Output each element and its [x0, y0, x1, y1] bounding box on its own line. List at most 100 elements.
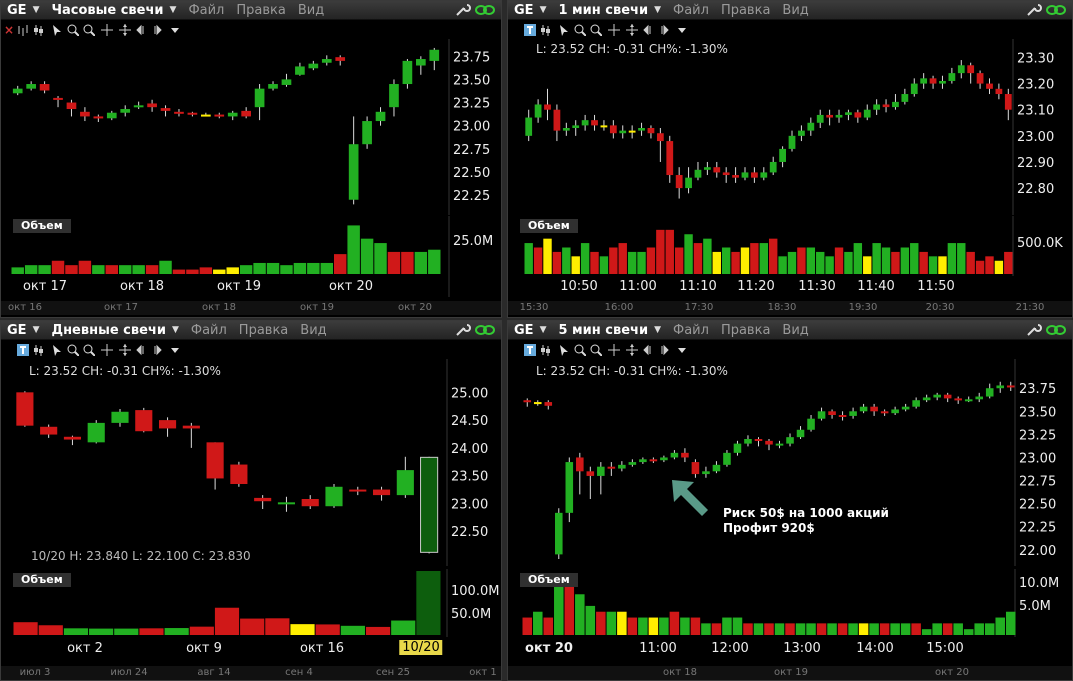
chart-type-dropdown-icon[interactable]: ▼ — [172, 325, 179, 335]
volume-chart[interactable]: 500.0K — [508, 216, 1072, 276]
volume-bar — [869, 623, 879, 635]
zoom-out-icon[interactable] — [83, 24, 95, 36]
crosshair-icon[interactable] — [608, 344, 620, 356]
zoom-in-icon[interactable] — [67, 344, 79, 356]
volume-bar — [307, 262, 320, 274]
menu-view[interactable]: Вид — [298, 3, 324, 18]
scroll-right-icon[interactable] — [658, 344, 670, 356]
menu-file[interactable]: Файл — [673, 323, 709, 338]
link-icon[interactable] — [1046, 324, 1066, 336]
symbol-dropdown-icon[interactable]: ▼ — [540, 5, 547, 15]
symbol-label[interactable]: GE — [514, 323, 534, 338]
candles-icon[interactable] — [540, 24, 552, 36]
link-icon[interactable] — [475, 4, 495, 16]
price-chart[interactable]: 23.75 23.50 23.25 23.00 22.75 22.50 22.25 — [1, 39, 501, 215]
scroll-right-icon[interactable] — [151, 24, 163, 36]
more-dropdown-icon[interactable] — [676, 344, 688, 356]
price-chart[interactable]: 23.30 23.20 23.10 23.00 22.90 22.80 — [508, 39, 1072, 215]
t-icon[interactable] — [524, 24, 536, 36]
chart-type-dropdown-icon[interactable]: ▼ — [654, 5, 661, 15]
candles-icon[interactable] — [540, 344, 552, 356]
symbol-label[interactable]: GE — [7, 3, 27, 18]
cursor-icon[interactable] — [51, 24, 63, 36]
crosshair-icon[interactable] — [101, 24, 113, 36]
volume-bar — [253, 262, 266, 274]
candle-body — [691, 462, 700, 475]
menu-file[interactable]: Файл — [191, 323, 227, 338]
cursor-icon[interactable] — [558, 24, 570, 36]
more-dropdown-icon[interactable] — [169, 344, 181, 356]
scroll-left-icon[interactable] — [135, 344, 147, 356]
menu-edit[interactable]: Правка — [721, 3, 770, 18]
drawing-toolbar — [508, 21, 1072, 39]
cursor-icon[interactable] — [51, 344, 63, 356]
chart-type-label[interactable]: 5 мин свечи — [558, 323, 648, 338]
cursor-icon[interactable] — [558, 344, 570, 356]
candle-body — [63, 436, 82, 440]
scroll-left-icon[interactable] — [642, 24, 654, 36]
move-icon[interactable] — [119, 24, 131, 36]
scroll-right-icon[interactable] — [658, 24, 670, 36]
crosshair-icon[interactable] — [101, 344, 113, 356]
chart-type-label[interactable]: 1 мин свечи — [558, 3, 648, 18]
wrench-icon[interactable] — [455, 3, 471, 17]
move-icon[interactable] — [626, 24, 638, 36]
move-icon[interactable] — [626, 344, 638, 356]
symbol-dropdown-icon[interactable]: ▼ — [33, 5, 40, 15]
time-scrollbar[interactable]: июл 3 июл 24 авг 14 сен 4 сен 25 окт 1 — [1, 666, 501, 680]
volume-bar — [848, 623, 858, 635]
price-tick-label: 23.50 — [451, 470, 488, 485]
menu-edit[interactable]: Правка — [721, 323, 770, 338]
chart-type-label[interactable]: Часовые свечи — [51, 3, 163, 18]
more-dropdown-icon[interactable] — [676, 24, 688, 36]
bars-icon[interactable] — [17, 24, 29, 36]
time-scrollbar[interactable]: окт 18 окт 19 окт 20 — [508, 666, 1072, 680]
candle-body — [348, 144, 359, 200]
scroll-left-icon[interactable] — [135, 24, 147, 36]
menu-edit[interactable]: Правка — [236, 3, 285, 18]
chart-type-label[interactable]: Дневные свечи — [51, 323, 165, 338]
volume-chart[interactable]: 10.0M 5.0M — [508, 569, 1072, 637]
menu-view[interactable]: Вид — [782, 3, 808, 18]
t-icon[interactable] — [524, 344, 536, 356]
crosshair-icon[interactable] — [608, 24, 620, 36]
chart-type-dropdown-icon[interactable]: ▼ — [170, 5, 177, 15]
more-dropdown-icon[interactable] — [169, 24, 181, 36]
move-icon[interactable] — [119, 344, 131, 356]
volume-chart[interactable]: 100.0M 50.0M — [1, 569, 501, 637]
candle-body — [835, 114, 843, 118]
wrench-icon[interactable] — [1026, 323, 1042, 337]
price-chart[interactable]: 25.00 24.50 24.00 23.50 23.00 22.50 — [1, 359, 501, 566]
wrench-icon[interactable] — [455, 323, 471, 337]
scroll-right-icon[interactable] — [151, 344, 163, 356]
zoom-in-icon[interactable] — [574, 24, 586, 36]
t-icon[interactable] — [17, 344, 29, 356]
zoom-out-icon[interactable] — [83, 344, 95, 356]
scroll-left-icon[interactable] — [642, 344, 654, 356]
zoom-in-icon[interactable] — [574, 344, 586, 356]
menu-edit[interactable]: Правка — [239, 323, 288, 338]
close-icon[interactable]: × — [4, 23, 14, 37]
time-scrollbar[interactable]: окт 16 окт 17 окт 18 окт 19 окт 20 — [1, 301, 501, 315]
candle-body — [254, 88, 265, 108]
link-icon[interactable] — [475, 324, 495, 336]
symbol-label[interactable]: GE — [7, 323, 27, 338]
candles-icon[interactable] — [33, 24, 45, 36]
zoom-out-icon[interactable] — [590, 24, 602, 36]
zoom-out-icon[interactable] — [590, 344, 602, 356]
symbol-label[interactable]: GE — [514, 3, 534, 18]
candles-icon[interactable] — [33, 344, 45, 356]
menu-view[interactable]: Вид — [782, 323, 808, 338]
symbol-dropdown-icon[interactable]: ▼ — [540, 325, 547, 335]
menu-file[interactable]: Файл — [188, 3, 224, 18]
volume-bar — [659, 617, 669, 635]
time-scrollbar[interactable]: 15:30 16:00 17:30 18:30 19:30 20:30 21:30 — [508, 301, 1072, 315]
candle-body — [929, 78, 937, 84]
menu-file[interactable]: Файл — [673, 3, 709, 18]
wrench-icon[interactable] — [1026, 3, 1042, 17]
chart-type-dropdown-icon[interactable]: ▼ — [654, 325, 661, 335]
zoom-in-icon[interactable] — [67, 24, 79, 36]
menu-view[interactable]: Вид — [300, 323, 326, 338]
symbol-dropdown-icon[interactable]: ▼ — [33, 325, 40, 335]
link-icon[interactable] — [1046, 4, 1066, 16]
